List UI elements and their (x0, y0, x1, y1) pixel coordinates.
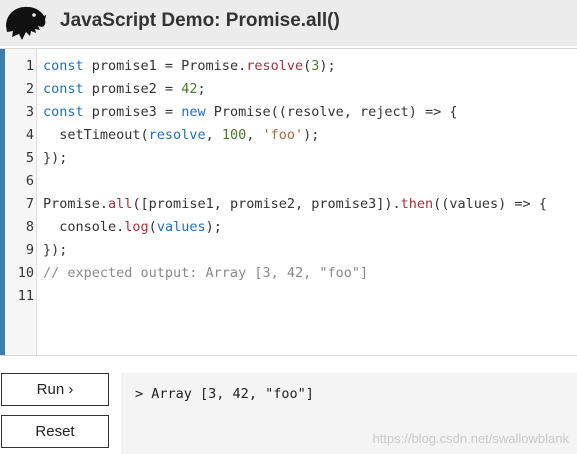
code-line[interactable]: // expected output: Array [3, 42, "foo"] (43, 262, 573, 285)
code-token: promise2 = (83, 81, 182, 97)
code-token: }); (43, 150, 68, 166)
code-token: promise1 = Promise. (83, 58, 247, 74)
watermark-url: https://blog.csdn.net/swallowblank (372, 431, 569, 446)
line-number: 6 (25, 173, 34, 189)
code-token: setTimeout( (43, 127, 149, 143)
line-number: 9 (25, 242, 34, 258)
code-token: Promise((resolve, reject) => { (205, 104, 458, 120)
console-output-line: > Array [3, 42, "foo"] (135, 386, 314, 402)
code-token: resolve (246, 58, 304, 74)
code-token: ([promise1, promise2, promise3]). (132, 196, 401, 212)
code-token: log (124, 219, 149, 235)
code-token: ((values) => { (433, 196, 547, 212)
console-output-text: Array [3, 42, "foo"] (151, 386, 314, 402)
code-token: console. (43, 219, 125, 235)
code-token: then (400, 196, 434, 212)
code-token: Promise. (43, 196, 109, 212)
code-token: ); (205, 219, 222, 235)
code-token: // expected output: Array [3, 42, "foo"] (43, 265, 369, 281)
header: JavaScript Demo: Promise.all() (0, 0, 577, 46)
code-token: 'foo' (262, 127, 304, 143)
code-token: const (43, 58, 84, 74)
console-prompt-icon: > (135, 386, 144, 402)
code-token: ); (303, 127, 320, 143)
code-token: ); (319, 58, 336, 74)
line-number: 2 (25, 81, 34, 97)
code-line[interactable]: setTimeout(resolve, 100, 'foo'); (43, 124, 573, 147)
code-line[interactable]: const promise3 = new Promise((resolve, r… (43, 101, 573, 124)
code-editor[interactable]: 1 2 3 4 5 6 7 8 9 10 11 const promise1 = Promise.r… (0, 48, 577, 356)
line-number: 11 (17, 288, 34, 304)
code-token: }); (43, 242, 68, 258)
code-token: 42 (181, 81, 198, 97)
line-number: 3 (25, 104, 34, 120)
code-token: resolve (148, 127, 206, 143)
code-token: , (246, 127, 263, 143)
page-title: JavaScript Demo: Promise.all() (60, 10, 340, 31)
code-token: ( (148, 219, 157, 235)
line-number: 4 (25, 127, 34, 143)
code-line[interactable] (43, 285, 573, 308)
code-token: new (181, 104, 206, 120)
reset-button[interactable]: Reset (1, 415, 109, 448)
line-number: 1 (25, 58, 34, 74)
code-line[interactable]: const promise1 = Promise.resolve(3); (43, 55, 573, 78)
line-number: 10 (17, 265, 34, 281)
code-token: , (205, 127, 222, 143)
code-token: ; (197, 81, 206, 97)
code-token: all (108, 196, 133, 212)
line-number: 5 (25, 150, 34, 166)
code-line[interactable]: console.log(values); (43, 216, 573, 239)
code-token: const (43, 81, 84, 97)
line-number-gutter: 1 2 3 4 5 6 7 8 9 10 11 (5, 49, 37, 355)
code-line[interactable] (43, 170, 573, 193)
code-line[interactable]: const promise2 = 42; (43, 78, 573, 101)
code-token: 100 (221, 127, 247, 143)
code-line[interactable]: }); (43, 239, 573, 262)
code-token: values (156, 219, 206, 235)
code-token: promise3 = (83, 104, 182, 120)
run-button[interactable]: Run › (1, 373, 109, 406)
code-line[interactable]: Promise.all([promise1, promise2, promise… (43, 193, 573, 216)
code-line[interactable]: }); (43, 147, 573, 170)
line-number: 7 (25, 196, 34, 212)
line-number: 8 (25, 219, 34, 235)
code-token: const (43, 104, 84, 120)
dinosaur-logo-icon (6, 6, 46, 40)
